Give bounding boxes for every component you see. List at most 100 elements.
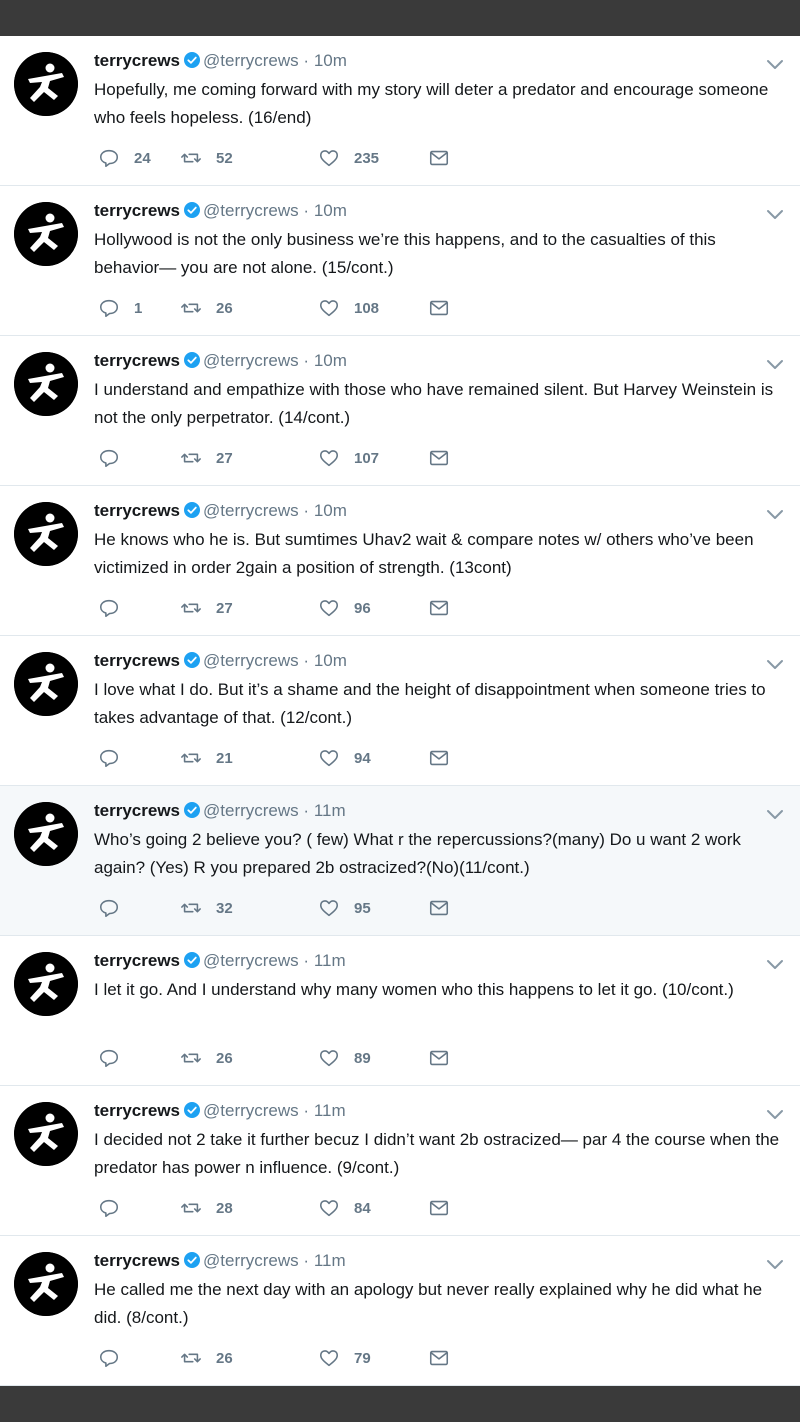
user-handle[interactable]: @terrycrews	[203, 1251, 299, 1270]
reply-button[interactable]	[98, 446, 134, 470]
like-button[interactable]: 107	[318, 446, 379, 470]
timestamp[interactable]: 11m	[314, 951, 346, 970]
chevron-down-icon[interactable]	[766, 358, 784, 370]
user-handle[interactable]: @terrycrews	[203, 51, 299, 70]
avatar[interactable]	[14, 802, 78, 866]
like-button[interactable]: 96	[318, 596, 371, 620]
chevron-down-icon[interactable]	[766, 808, 784, 820]
user-handle[interactable]: @terrycrews	[203, 951, 299, 970]
display-name[interactable]: terrycrews	[94, 51, 180, 70]
chevron-down-icon[interactable]	[766, 58, 784, 70]
reply-button[interactable]	[98, 1346, 134, 1370]
like-button[interactable]: 95	[318, 896, 371, 920]
retweet-button[interactable]: 27	[180, 446, 233, 470]
user-handle[interactable]: @terrycrews	[203, 1101, 299, 1120]
tweet-card[interactable]: terrycrews @terrycrews · 11m He called me …	[0, 1236, 800, 1386]
direct-message-button[interactable]	[428, 146, 450, 170]
reply-button[interactable]: 1	[98, 296, 142, 320]
display-name[interactable]: terrycrews	[94, 501, 180, 520]
retweet-button[interactable]: 26	[180, 296, 233, 320]
chevron-down-icon[interactable]	[766, 508, 784, 520]
chevron-down-icon[interactable]	[766, 208, 784, 220]
tweet-header: terrycrews @terrycrews · 11m	[94, 800, 346, 822]
timestamp[interactable]: 11m	[314, 1251, 346, 1270]
direct-message-button[interactable]	[428, 446, 450, 470]
like-button[interactable]: 79	[318, 1346, 371, 1370]
display-name[interactable]: terrycrews	[94, 801, 180, 820]
chevron-down-icon[interactable]	[766, 1108, 784, 1120]
user-handle[interactable]: @terrycrews	[203, 801, 299, 820]
reply-button[interactable]	[98, 596, 134, 620]
tweet-card[interactable]: terrycrews @terrycrews · 10m Hollywood is …	[0, 186, 800, 336]
retweet-button[interactable]: 27	[180, 596, 233, 620]
retweet-button[interactable]: 32	[180, 896, 233, 920]
avatar[interactable]	[14, 1102, 78, 1166]
retweet-button[interactable]: 26	[180, 1046, 233, 1070]
display-name[interactable]: terrycrews	[94, 951, 180, 970]
tweet-card[interactable]: terrycrews @terrycrews · 10m Hopefully, me…	[0, 36, 800, 186]
timestamp[interactable]: 10m	[314, 351, 347, 370]
reply-icon	[98, 297, 120, 319]
verified-badge-icon	[184, 352, 201, 368]
avatar[interactable]	[14, 952, 78, 1016]
timestamp[interactable]: 11m	[314, 801, 346, 820]
retweet-button[interactable]: 52	[180, 146, 233, 170]
direct-message-button[interactable]	[428, 1046, 450, 1070]
direct-message-button[interactable]	[428, 1196, 450, 1220]
tweet-feed[interactable]: terrycrews @terrycrews · 10m Hopefully, me…	[0, 36, 800, 1386]
like-button[interactable]: 94	[318, 746, 371, 770]
retweet-button[interactable]: 28	[180, 1196, 233, 1220]
display-name[interactable]: terrycrews	[94, 651, 180, 670]
user-handle[interactable]: @terrycrews	[203, 201, 299, 220]
direct-message-button[interactable]	[428, 746, 450, 770]
verified-badge-icon	[184, 502, 201, 518]
user-handle[interactable]: @terrycrews	[203, 651, 299, 670]
tweet-card[interactable]: terrycrews @terrycrews · 11m I decided not…	[0, 1086, 800, 1236]
reply-button[interactable]	[98, 1046, 134, 1070]
direct-message-button[interactable]	[428, 596, 450, 620]
display-name[interactable]: terrycrews	[94, 1251, 180, 1270]
user-handle[interactable]: @terrycrews	[203, 501, 299, 520]
direct-message-button[interactable]	[428, 896, 450, 920]
heart-icon	[318, 297, 340, 319]
retweet-button[interactable]: 21	[180, 746, 233, 770]
timestamp[interactable]: 10m	[314, 51, 347, 70]
user-handle[interactable]: @terrycrews	[203, 351, 299, 370]
reply-button[interactable]	[98, 1196, 134, 1220]
retweet-button[interactable]: 26	[180, 1346, 233, 1370]
display-name[interactable]: terrycrews	[94, 351, 180, 370]
like-button[interactable]: 108	[318, 296, 379, 320]
avatar[interactable]	[14, 352, 78, 416]
timestamp[interactable]: 10m	[314, 501, 347, 520]
verified-badge-icon	[184, 1252, 201, 1268]
avatar[interactable]	[14, 202, 78, 266]
reply-button[interactable]	[98, 746, 134, 770]
reply-button[interactable]	[98, 896, 134, 920]
avatar[interactable]	[14, 52, 78, 116]
tweet-card[interactable]: terrycrews @terrycrews · 10m He knows who …	[0, 486, 800, 636]
chevron-down-icon[interactable]	[766, 958, 784, 970]
tweet-card[interactable]: terrycrews @terrycrews · 10m I understand …	[0, 336, 800, 486]
display-name[interactable]: terrycrews	[94, 1101, 180, 1120]
reply-button[interactable]: 24	[98, 146, 151, 170]
avatar[interactable]	[14, 652, 78, 716]
tweet-actions: 28 84	[98, 1196, 498, 1220]
chevron-down-icon[interactable]	[766, 658, 784, 670]
timestamp[interactable]: 10m	[314, 201, 347, 220]
like-count: 235	[354, 149, 380, 167]
timestamp[interactable]: 11m	[314, 1101, 346, 1120]
like-button[interactable]: 84	[318, 1196, 371, 1220]
tweet-card[interactable]: terrycrews @terrycrews · 11m I let it go. …	[0, 936, 800, 1086]
avatar[interactable]	[14, 1252, 78, 1316]
timestamp[interactable]: 10m	[314, 651, 347, 670]
display-name[interactable]: terrycrews	[94, 201, 180, 220]
like-button[interactable]: 89	[318, 1046, 371, 1070]
like-button[interactable]: 235	[318, 146, 379, 170]
direct-message-button[interactable]	[428, 1346, 450, 1370]
tweet-text: I let it go. And I understand why many w…	[94, 980, 734, 999]
chevron-down-icon[interactable]	[766, 1258, 784, 1270]
avatar[interactable]	[14, 502, 78, 566]
tweet-card[interactable]: terrycrews @terrycrews · 10m I love what I…	[0, 636, 800, 786]
direct-message-button[interactable]	[428, 296, 450, 320]
tweet-card[interactable]: terrycrews @terrycrews · 11m Who’s going 2…	[0, 786, 800, 936]
